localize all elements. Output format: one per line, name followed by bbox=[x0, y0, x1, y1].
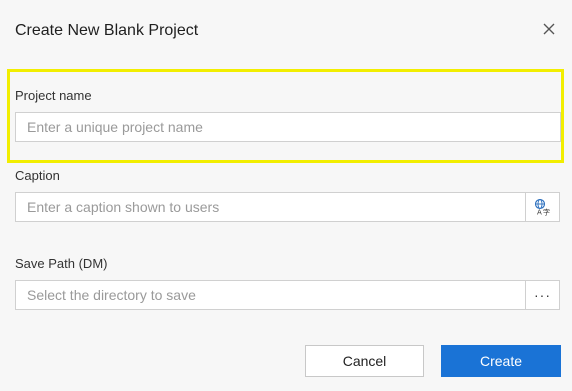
svg-text:A: A bbox=[537, 209, 542, 217]
close-icon bbox=[543, 23, 555, 35]
save-path-label: Save Path (DM) bbox=[15, 256, 108, 271]
cancel-button[interactable]: Cancel bbox=[305, 345, 424, 377]
project-name-label: Project name bbox=[15, 88, 92, 103]
project-name-input[interactable] bbox=[15, 112, 561, 142]
caption-label: Caption bbox=[15, 168, 60, 183]
translate-button[interactable]: A 字 bbox=[525, 192, 560, 222]
dialog-title: Create New Blank Project bbox=[15, 22, 199, 39]
browse-button[interactable]: ··· bbox=[525, 280, 560, 310]
close-button[interactable] bbox=[538, 18, 560, 40]
create-button[interactable]: Create bbox=[441, 345, 561, 377]
caption-input[interactable] bbox=[15, 192, 526, 222]
ellipsis-icon: ··· bbox=[534, 287, 551, 303]
save-path-input[interactable] bbox=[15, 280, 526, 310]
svg-text:字: 字 bbox=[543, 208, 550, 217]
create-project-dialog: Create New Blank Project Project name Ca… bbox=[0, 0, 572, 391]
translate-icon: A 字 bbox=[534, 198, 550, 217]
